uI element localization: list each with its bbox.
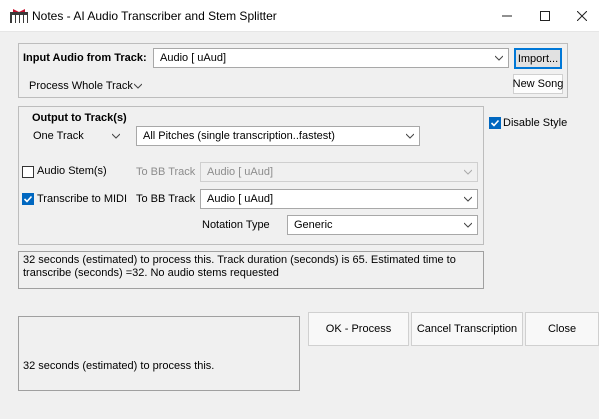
app-logo-icon	[10, 9, 28, 23]
chevron-down-icon	[112, 133, 120, 139]
input-track-select[interactable]: Audio [ uAud]	[153, 48, 509, 68]
stem-track-value: Audio [ uAud]	[207, 166, 274, 178]
info-text-box: 32 seconds (estimated) to process this. …	[18, 251, 484, 289]
cancel-transcription-button[interactable]: Cancel Transcription	[411, 312, 523, 346]
checkmark-icon	[490, 119, 500, 127]
output-tracks-value: One Track	[33, 130, 84, 142]
window-title: Notes - AI Audio Transcriber and Stem Sp…	[32, 9, 277, 23]
midi-track-select[interactable]: Audio [ uAud]	[200, 189, 478, 209]
midi-to-bb-track-label: To BB Track	[136, 193, 196, 205]
chevron-down-icon	[406, 133, 414, 139]
title-bar: Notes - AI Audio Transcriber and Stem Sp…	[0, 0, 599, 32]
process-mode-select[interactable]: Process Whole Track	[22, 76, 148, 96]
input-audio-label: Input Audio from Track:	[23, 52, 147, 64]
chevron-down-icon	[464, 196, 472, 202]
status-text: 32 seconds (estimated) to process this.	[23, 360, 215, 372]
close-icon	[577, 11, 587, 21]
close-button[interactable]: Close	[525, 312, 599, 346]
minimize-icon	[502, 15, 512, 17]
chevron-down-icon	[464, 222, 472, 228]
notation-type-select[interactable]: Generic	[287, 215, 478, 235]
notation-type-value: Generic	[294, 219, 333, 231]
import-button[interactable]: Import...	[514, 48, 562, 69]
stem-to-bb-track-label: To BB Track	[136, 166, 196, 178]
new-song-button[interactable]: New Song	[513, 74, 563, 94]
maximize-button[interactable]	[530, 0, 560, 32]
process-mode-value: Process Whole Track	[29, 80, 133, 92]
pitches-value: All Pitches (single transcription..faste…	[143, 130, 335, 142]
pitches-select[interactable]: All Pitches (single transcription..faste…	[136, 126, 420, 146]
chevron-down-icon	[134, 83, 142, 89]
close-window-button[interactable]	[565, 0, 599, 32]
disable-style-label: Disable Style	[503, 117, 568, 129]
ok-process-button[interactable]: OK - Process	[308, 312, 409, 346]
maximize-icon	[540, 11, 550, 21]
status-box: 32 seconds (estimated) to process this.	[18, 316, 300, 391]
chevron-down-icon	[495, 55, 503, 61]
audio-stems-label: Audio Stem(s)	[37, 165, 107, 177]
chevron-down-icon	[464, 169, 472, 175]
output-tracks-select[interactable]: One Track	[26, 126, 126, 146]
disable-style-checkbox[interactable]	[489, 117, 501, 129]
transcribe-midi-checkbox[interactable]	[22, 193, 34, 205]
stem-track-select: Audio [ uAud]	[200, 162, 478, 182]
notation-type-label: Notation Type	[202, 219, 270, 231]
minimize-button[interactable]	[484, 0, 530, 32]
audio-stems-checkbox[interactable]	[22, 166, 34, 178]
checkmark-icon	[23, 195, 33, 203]
midi-track-value: Audio [ uAud]	[207, 193, 274, 205]
input-track-value: Audio [ uAud]	[160, 52, 227, 64]
output-tracks-label: Output to Track(s)	[32, 112, 127, 124]
transcribe-midi-label: Transcribe to MIDI	[37, 193, 128, 205]
